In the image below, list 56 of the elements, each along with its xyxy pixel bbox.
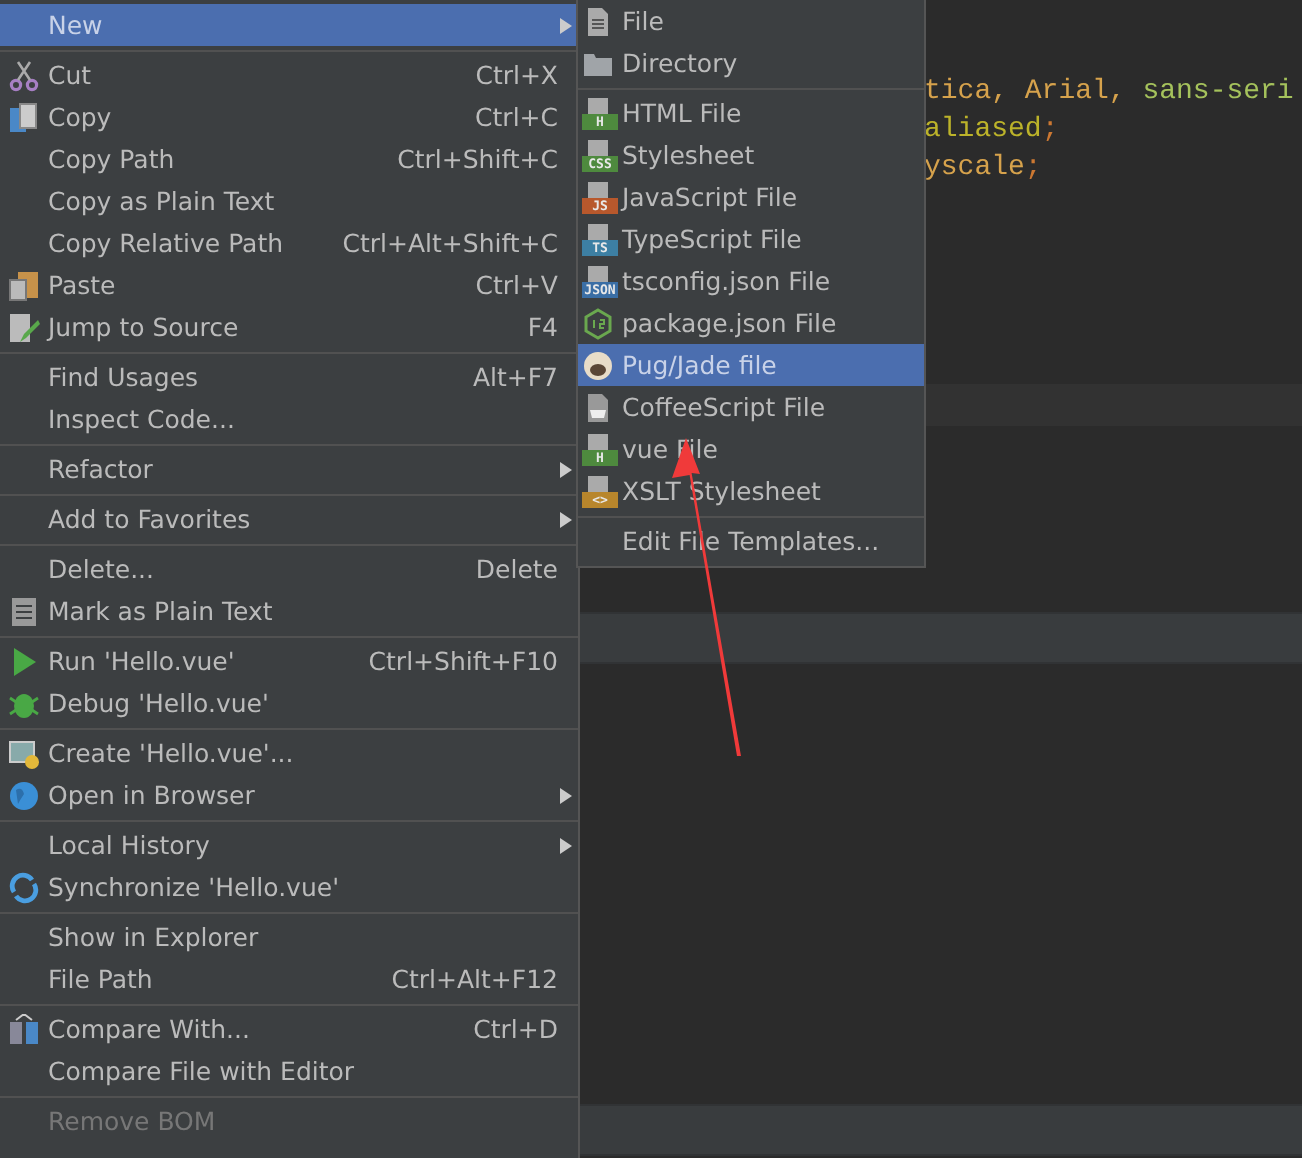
menu-item[interactable]: Refactor	[0, 448, 578, 490]
menu-item[interactable]: File	[578, 0, 924, 42]
code-line: aliased;	[924, 112, 1061, 150]
menu-item[interactable]: Delete... Delete	[0, 548, 578, 590]
menu-item[interactable]: Copy as Plain Text	[0, 180, 578, 222]
shortcut-label: Ctrl+Alt+F12	[391, 964, 558, 994]
shortcut-label: Ctrl+C	[475, 102, 558, 132]
menu-item[interactable]: Synchronize 'Hello.vue'	[0, 866, 578, 908]
menu-item[interactable]: CoffeeScript File	[578, 386, 924, 428]
menu-item[interactable]: Open in Browser	[0, 774, 578, 816]
shortcut-label: Delete	[475, 554, 558, 584]
sync-icon	[8, 871, 40, 903]
menu-item[interactable]: package.json File	[578, 302, 924, 344]
shortcut-label: Ctrl+D	[473, 1014, 558, 1044]
shortcut-label: Ctrl+Alt+Shift+C	[342, 228, 558, 258]
window-icon	[8, 737, 40, 769]
code-line: tica, Arial, sans-seri	[924, 74, 1296, 112]
shortcut-label: Ctrl+Shift+F10	[368, 646, 558, 676]
text-document-icon	[8, 595, 40, 627]
menu-item[interactable]: Jump to Source F4	[0, 306, 578, 348]
code-line: yscale;	[924, 150, 1044, 188]
menu-item[interactable]: Find Usages Alt+F7	[0, 356, 578, 398]
menu-item[interactable]: Debug 'Hello.vue'	[0, 682, 578, 724]
shortcut-label: Ctrl+Shift+C	[397, 144, 558, 174]
menu-item[interactable]: New	[0, 4, 578, 46]
menu-item[interactable]: Add to Favorites	[0, 498, 578, 540]
run-icon	[8, 645, 40, 677]
menu-item[interactable]: Local History	[0, 824, 578, 866]
shortcut-label: Alt+F7	[472, 362, 558, 392]
hexagon-icon	[582, 307, 614, 339]
coffee-cup-icon	[582, 391, 614, 423]
menu-item[interactable]: Compare File with Editor	[0, 1050, 578, 1092]
menu-item[interactable]: Copy Relative Path Ctrl+Alt+Shift+C	[0, 222, 578, 264]
globe-icon	[8, 779, 40, 811]
menu-item[interactable]: Copy Path Ctrl+Shift+C	[0, 138, 578, 180]
menu-item[interactable]: Paste Ctrl+V	[0, 264, 578, 306]
menu-item[interactable]: Inspect Code...	[0, 398, 578, 440]
paste-icon	[8, 269, 40, 301]
copy-icon	[8, 101, 40, 133]
menu-item[interactable]: Run 'Hello.vue' Ctrl+Shift+F10	[0, 640, 578, 682]
shortcut-label: F4	[527, 312, 558, 342]
menu-item[interactable]: Directory	[578, 42, 924, 84]
menu-item[interactable]: Copy Ctrl+C	[0, 96, 578, 138]
menu-item[interactable]: Create 'Hello.vue'...	[0, 732, 578, 774]
scissors-icon	[8, 59, 40, 91]
menu-item[interactable]: Mark as Plain Text	[0, 590, 578, 632]
compare-icon	[8, 1013, 40, 1045]
menu-item[interactable]: File Path Ctrl+Alt+F12	[0, 958, 578, 1000]
file-icon	[582, 5, 614, 37]
shortcut-label: Ctrl+X	[475, 60, 558, 90]
document-pencil-icon	[8, 311, 40, 343]
menu-item[interactable]: Show in Explorer	[0, 916, 578, 958]
menu-item[interactable]: Cut Ctrl+X	[0, 54, 578, 96]
shortcut-label: Ctrl+V	[475, 270, 558, 300]
menu-item[interactable]: Compare With... Ctrl+D	[0, 1008, 578, 1050]
menu-item[interactable]: Pug/Jade file	[578, 344, 924, 386]
